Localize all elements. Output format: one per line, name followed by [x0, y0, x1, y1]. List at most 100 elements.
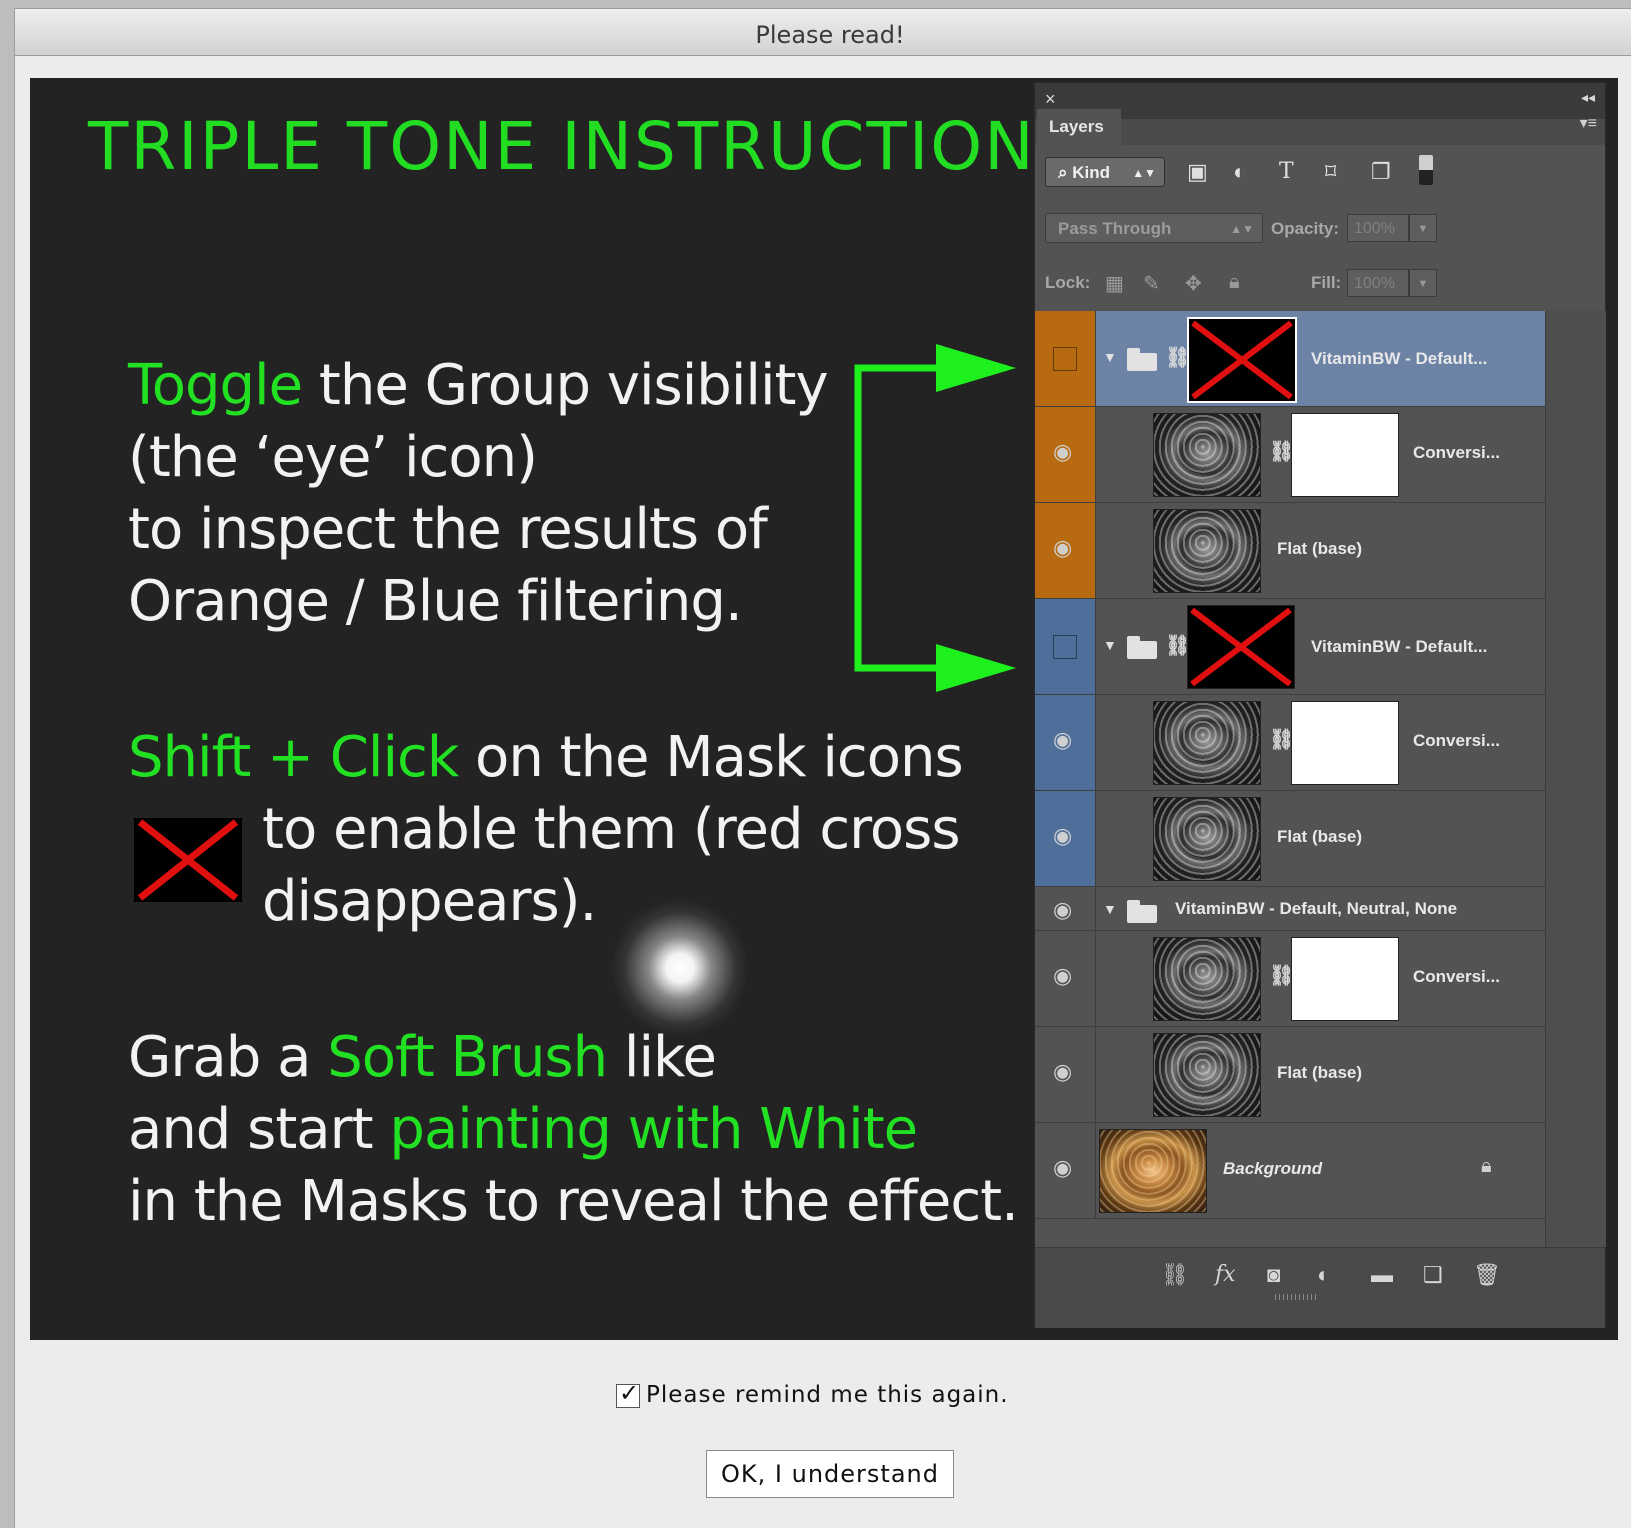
adjustment-layer-icon[interactable]: ◐	[1317, 1262, 1330, 1288]
eye-icon[interactable]: ◉	[1053, 535, 1072, 561]
eye-icon[interactable]: ◉	[1053, 1059, 1072, 1085]
opacity-field[interactable]: 100%	[1347, 214, 1409, 242]
block1-line2: (the ‘eye’ icon)	[128, 425, 538, 490]
layer-row[interactable]: ◉ ▼ VitaminBW - Default, Neutral, None	[1035, 887, 1545, 931]
expand-arrow-icon[interactable]: ▼	[1103, 901, 1117, 917]
tab-layers[interactable]: Layers	[1037, 109, 1121, 145]
collapse-icon[interactable]: ◂◂	[1581, 89, 1595, 106]
layer-thumbnail[interactable]	[1153, 413, 1261, 497]
soft-brush-icon	[610, 898, 750, 1038]
opacity-dropdown-icon[interactable]: ▼	[1409, 214, 1437, 242]
eye-icon[interactable]: ◉	[1053, 1155, 1072, 1181]
opacity-label: Opacity:	[1271, 219, 1340, 238]
eye-icon[interactable]: ◉	[1053, 823, 1072, 849]
layers-scrollbar[interactable]	[1545, 311, 1606, 1247]
layer-row[interactable]: ◉ ⛓ Conversi...	[1035, 695, 1545, 791]
layer-thumbnail[interactable]	[1153, 509, 1261, 593]
ok-button[interactable]: OK, I understand	[706, 1450, 954, 1498]
layer-row[interactable]: ◉ Flat (base)	[1035, 791, 1545, 887]
layer-row[interactable]: ◉ Flat (base)	[1035, 503, 1545, 599]
close-icon[interactable]: ×	[1045, 89, 1056, 110]
block1-line3: to inspect the results of	[128, 497, 768, 562]
layer-thumbnail[interactable]	[1153, 1033, 1261, 1117]
lock-transparency-icon[interactable]: ▦	[1105, 271, 1124, 296]
lock-all-icon[interactable]: 🔒︎	[1229, 271, 1240, 294]
layer-row[interactable]: ◉ Background 🔒︎	[1035, 1123, 1545, 1219]
new-group-icon[interactable]: ▬	[1371, 1262, 1393, 1288]
block3-line1: Grab a Soft Brush like	[128, 1025, 717, 1090]
mask-thumbnail[interactable]	[1291, 413, 1399, 497]
mask-thumbnail-disabled[interactable]	[1187, 317, 1297, 403]
eye-icon[interactable]: ◉	[1053, 727, 1072, 753]
folder-icon	[1127, 348, 1157, 371]
green-arrows-icon	[854, 344, 1016, 692]
mask-thumbnail[interactable]	[1291, 937, 1399, 1021]
lock-label: Lock:	[1045, 273, 1091, 292]
link-layers-icon[interactable]: ⛓	[1161, 1262, 1189, 1288]
layer-thumbnail[interactable]	[1153, 937, 1261, 1021]
block3-line2: and start painting with White	[128, 1097, 918, 1162]
fill-label: Fill:	[1311, 273, 1342, 292]
expand-arrow-icon[interactable]: ▼	[1103, 637, 1117, 653]
instruction-heading: TRIPLE TONE INSTRUCTION	[88, 108, 1036, 185]
new-layer-icon[interactable]: ❑	[1423, 1262, 1443, 1288]
fill-dropdown-icon[interactable]: ▼	[1409, 269, 1437, 297]
panel-footer: ⛓ fx ◙ ◐ ▬ ❑ 🗑︎	[1035, 1247, 1605, 1328]
lock-row: Lock: ▦ ✎ ✥ 🔒︎ Fill: 100% ▼	[1035, 255, 1605, 312]
checkmark-icon: ✓	[619, 1379, 641, 1407]
add-mask-icon[interactable]: ◙	[1267, 1262, 1280, 1288]
visibility-toggle-off[interactable]	[1053, 635, 1077, 659]
block2-line3: disappears).	[262, 869, 597, 934]
shape-filter-icon[interactable]: ⌑	[1325, 159, 1336, 185]
layer-name[interactable]: Flat (base)	[1277, 539, 1362, 559]
remind-label[interactable]: Please remind me this again.	[646, 1382, 1009, 1408]
layer-row[interactable]: ◉ Flat (base)	[1035, 1027, 1545, 1123]
layer-name[interactable]: Conversi...	[1413, 967, 1500, 987]
layer-name[interactable]: VitaminBW - Default, Neutral, None	[1175, 899, 1457, 919]
mask-thumbnail[interactable]	[1291, 701, 1399, 785]
folder-icon	[1127, 636, 1157, 659]
blend-mode-select[interactable]: Pass Through ▲▼	[1045, 213, 1263, 243]
layer-thumbnail[interactable]	[1099, 1129, 1207, 1213]
image-filter-icon[interactable]: ▣	[1187, 159, 1208, 185]
smart-object-filter-icon[interactable]: ❐	[1371, 159, 1391, 185]
layer-name[interactable]: VitaminBW - Default...	[1311, 349, 1487, 369]
block1-line4: Orange / Blue filtering.	[128, 569, 743, 634]
filter-row: ⌕ Kind ▲▼ ▣ ◐ T ⌑ ❐	[1035, 145, 1605, 202]
panel-menu-icon[interactable]: ▾≡	[1580, 113, 1597, 133]
lock-position-icon[interactable]: ✥	[1185, 271, 1202, 296]
lock-pixels-icon[interactable]: ✎	[1143, 271, 1160, 296]
eye-icon[interactable]: ◉	[1053, 439, 1072, 465]
layers-panel: × ◂◂ Layers ▾≡ ⌕ Kind ▲▼ ▣ ◐ T ⌑ ❐ Pass T…	[1034, 82, 1606, 1328]
layer-name[interactable]: Conversi...	[1413, 443, 1500, 463]
eye-icon[interactable]: ◉	[1053, 897, 1072, 923]
layer-row[interactable]: ◉ ⛓ Conversi...	[1035, 407, 1545, 503]
resize-grip[interactable]	[1275, 1294, 1319, 1300]
layer-name[interactable]: Background	[1223, 1159, 1322, 1179]
remind-checkbox[interactable]: ✓	[616, 1379, 640, 1408]
eye-icon[interactable]: ◉	[1053, 963, 1072, 989]
layer-thumbnail[interactable]	[1153, 701, 1261, 785]
fill-field[interactable]: 100%	[1347, 269, 1409, 297]
type-filter-icon[interactable]: T	[1279, 159, 1294, 184]
block2-line1: Shift + Click on the Mask icons	[128, 725, 964, 790]
layer-row[interactable]: ◉ ⛓ Conversi...	[1035, 931, 1545, 1027]
visibility-toggle-off[interactable]	[1053, 347, 1077, 371]
fx-icon[interactable]: fx	[1215, 1262, 1236, 1287]
layer-row[interactable]: ▼ ⛓ VitaminBW - Default...	[1035, 599, 1545, 695]
trash-icon[interactable]: 🗑︎	[1473, 1262, 1501, 1288]
layer-thumbnail[interactable]	[1153, 797, 1261, 881]
layer-name[interactable]: VitaminBW - Default...	[1311, 637, 1487, 657]
adjustment-filter-icon[interactable]: ◐	[1233, 159, 1246, 185]
filter-toggle-icon[interactable]	[1419, 155, 1433, 185]
expand-arrow-icon[interactable]: ▼	[1103, 349, 1117, 365]
blend-row: Pass Through ▲▼ Opacity: 100% ▼	[1035, 201, 1605, 256]
layer-row[interactable]: ▼ ⛓ VitaminBW - Default...	[1035, 311, 1545, 407]
layer-name[interactable]: Conversi...	[1413, 731, 1500, 751]
title-bar: Please read!	[15, 9, 1631, 56]
mask-thumbnail-disabled[interactable]	[1187, 605, 1295, 689]
lock-icon: 🔒︎	[1481, 1155, 1492, 1177]
filter-kind-select[interactable]: ⌕ Kind ▲▼	[1045, 157, 1165, 187]
layer-name[interactable]: Flat (base)	[1277, 827, 1362, 847]
layer-name[interactable]: Flat (base)	[1277, 1063, 1362, 1083]
